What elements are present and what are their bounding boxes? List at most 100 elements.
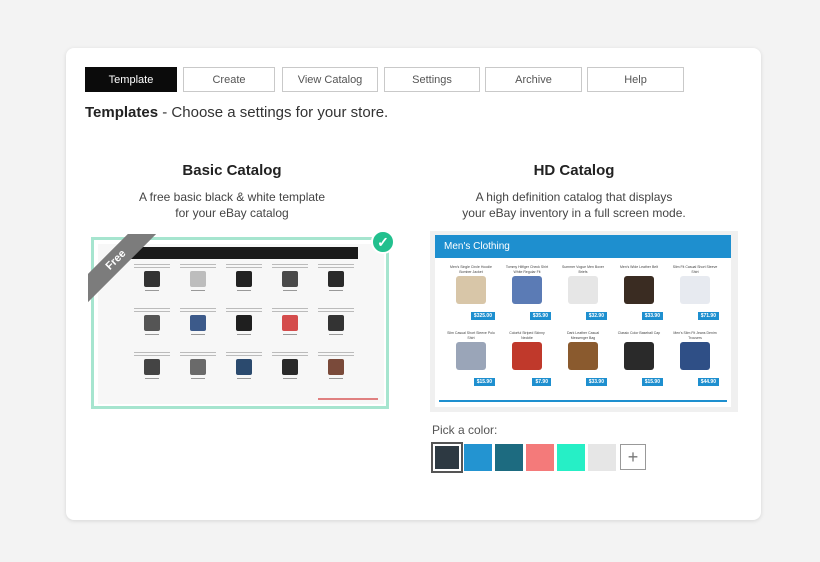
product-image [236, 271, 252, 287]
hd-product-title: Summer Vogue Men Boxer Briefs [561, 265, 605, 274]
hd-product-card: Colorful Striped Skinny Necktie $7.90 [503, 331, 551, 387]
hd-product-title: Tommy Hilfiger Check Shirt White Regular… [505, 265, 549, 274]
basic-product-card [130, 306, 174, 346]
product-image [624, 276, 654, 304]
hd-product-price: $33.90 [585, 378, 607, 386]
basic-product-card [176, 262, 220, 302]
basic-product-card [176, 306, 220, 346]
hd-product-title: Dark Leather Casual Messenger Bag [566, 331, 600, 340]
basic-product-card [268, 350, 312, 390]
tab-create[interactable]: Create [183, 67, 275, 92]
color-swatch[interactable] [588, 444, 616, 471]
basic-product-card [176, 350, 220, 390]
hd-catalog-desc-2: your eBay inventory in a full screen mod… [462, 206, 686, 220]
product-image [680, 342, 710, 370]
hd-product-card: Men's Wide Leather Belt $33.90 [615, 265, 663, 321]
basic-product-card [314, 306, 358, 346]
product-image [282, 359, 298, 375]
product-image [144, 359, 160, 375]
hd-product-price: $15.90 [473, 378, 495, 386]
product-image [190, 359, 206, 375]
hd-product-title: Men's Single Circle Hoodie Bomber Jacket [450, 265, 492, 274]
product-image [144, 315, 160, 331]
hd-catalog-desc-1: A high definition catalog that displays [475, 190, 673, 204]
product-image [680, 276, 710, 304]
hd-product-price: $35.90 [529, 312, 551, 320]
hd-product-card: Tommy Hilfiger Check Shirt White Regular… [503, 265, 551, 321]
hd-product-price: $44.90 [697, 378, 719, 386]
product-image [190, 315, 206, 331]
hd-product-card: Men's Slim Fit Jeans Denim Trousers $44.9… [671, 331, 719, 387]
product-image [624, 342, 654, 370]
basic-preview-footer [318, 398, 378, 400]
color-swatch[interactable] [431, 442, 463, 473]
hd-product-price: $325.00 [470, 312, 495, 320]
product-image [456, 276, 486, 304]
basic-catalog-preview[interactable]: Free [88, 234, 389, 409]
page-title: Templates [85, 104, 159, 121]
settings-card: Template Create View Catalog Settings Ar… [66, 48, 761, 520]
hd-product-price: $33.90 [641, 312, 663, 320]
color-swatch[interactable] [464, 444, 492, 471]
hd-product-title: Colorful Striped Skinny Necktie [509, 331, 545, 340]
basic-product-card [222, 262, 266, 302]
basic-product-card [268, 306, 312, 346]
product-image [282, 315, 298, 331]
product-image [456, 342, 486, 370]
free-ribbon-label: Free [88, 234, 158, 303]
add-color-button[interactable]: + [620, 444, 646, 470]
hd-product-card: Slim Fit Casual Short Sleeve Shirt $71.90 [671, 265, 719, 321]
hd-product-title: Slim Casual Short Sleeve Polo Shirt [447, 331, 495, 340]
tab-archive[interactable]: Archive [485, 67, 582, 92]
selected-check-icon: ✓ [371, 230, 395, 254]
color-swatch[interactable] [526, 444, 554, 471]
product-image [568, 342, 598, 370]
tab-bar: Template Create View Catalog Settings Ar… [85, 67, 693, 92]
basic-catalog-desc-2: for your eBay catalog [175, 206, 289, 220]
product-image [236, 315, 252, 331]
hd-product-card: Classic Color Baseball Cap $15.90 [615, 331, 663, 387]
hd-product-price: $32.90 [585, 312, 607, 320]
basic-catalog-title: Basic Catalog [182, 162, 282, 179]
product-image [328, 315, 344, 331]
color-swatch[interactable] [495, 444, 523, 471]
basic-product-card [314, 350, 358, 390]
basic-catalog-desc-1: A free basic black & white template [138, 190, 326, 204]
product-image [236, 359, 252, 375]
free-ribbon: Free [88, 234, 158, 304]
basic-product-card [268, 262, 312, 302]
hd-product-title: Men's Wide Leather Belt [619, 265, 659, 269]
basic-preview-header [130, 247, 358, 259]
page-heading: Templates - Choose a settings for your s… [85, 104, 388, 121]
hd-product-title: Slim Fit Casual Short Sleeve Shirt [672, 265, 718, 274]
hd-product-card: Dark Leather Casual Messenger Bag $33.90 [559, 331, 607, 387]
basic-product-card [130, 350, 174, 390]
hd-preview-banner: Men's Clothing [435, 235, 731, 258]
hd-product-price: $71.90 [697, 312, 719, 320]
basic-product-card [222, 306, 266, 346]
hd-catalog-preview[interactable]: Men's Clothing Men's Single Circle Hoodi… [430, 231, 738, 412]
product-image [328, 271, 344, 287]
product-image [568, 276, 598, 304]
tab-view-catalog[interactable]: View Catalog [282, 67, 378, 92]
product-image [328, 359, 344, 375]
product-image [512, 342, 542, 370]
hd-product-card: Summer Vogue Men Boxer Briefs $32.90 [559, 265, 607, 321]
hd-product-price: $15.90 [641, 378, 663, 386]
hd-product-card: Men's Single Circle Hoodie Bomber Jacket… [447, 265, 495, 321]
tab-settings[interactable]: Settings [384, 67, 480, 92]
hd-product-title: Men's Slim Fit Jeans Denim Trousers [673, 331, 717, 340]
tab-help[interactable]: Help [587, 67, 684, 92]
color-swatches: + [431, 442, 646, 473]
product-image [282, 271, 298, 287]
tab-template[interactable]: Template [85, 67, 177, 92]
hd-product-card: Slim Casual Short Sleeve Polo Shirt $15.9… [447, 331, 495, 387]
page-subtitle: - Choose a settings for your store. [158, 104, 389, 121]
hd-preview-divider [439, 400, 727, 402]
hd-catalog-title: HD Catalog [533, 162, 615, 179]
color-swatch[interactable] [557, 444, 585, 471]
basic-product-card [222, 350, 266, 390]
hd-product-title: Classic Color Baseball Cap [617, 331, 661, 335]
basic-product-card [314, 262, 358, 302]
product-image [512, 276, 542, 304]
